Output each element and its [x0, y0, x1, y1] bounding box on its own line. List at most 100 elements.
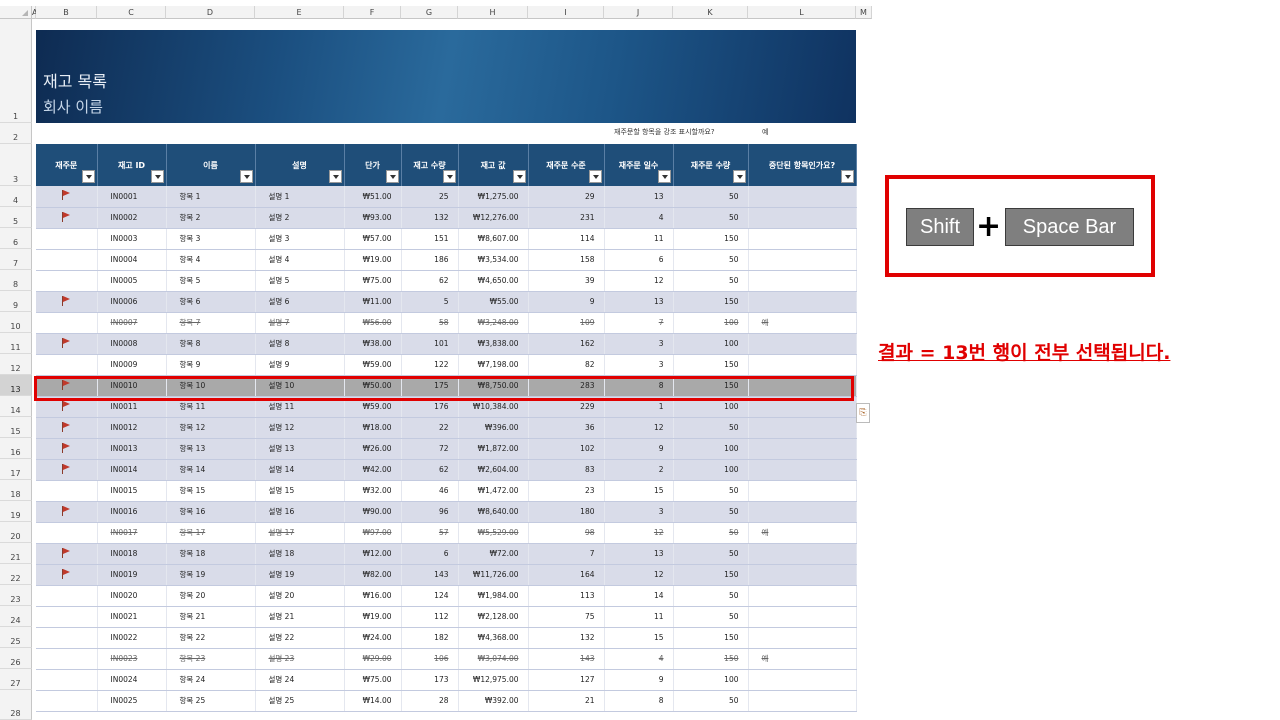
cell-id[interactable]: IN0005 [97, 270, 167, 292]
cell-id[interactable]: IN0001 [97, 186, 167, 208]
cell-desc[interactable]: 설명 23 [255, 648, 345, 670]
cell-days[interactable]: 2 [604, 459, 674, 481]
reorder-cell[interactable] [36, 417, 98, 439]
cell-qty[interactable]: 106 [401, 648, 459, 670]
reorder-cell[interactable] [36, 228, 98, 250]
filter-dropdown-icon[interactable] [81, 170, 95, 183]
cell-id[interactable]: IN0019 [97, 564, 167, 586]
cell-qty[interactable]: 101 [401, 333, 459, 355]
cell-desc[interactable]: 설명 9 [255, 354, 345, 376]
cell-value[interactable]: ₩396.00 [458, 417, 529, 439]
cell-price[interactable]: ₩38.00 [344, 333, 402, 355]
row-header-25[interactable]: 25 [0, 627, 32, 648]
cell-days[interactable]: 4 [604, 648, 674, 670]
row-header-8[interactable]: 8 [0, 270, 32, 291]
cell-rqty[interactable]: 50 [673, 501, 749, 523]
cell-id[interactable]: IN0003 [97, 228, 167, 250]
cell-value[interactable]: ₩11,726.00 [458, 564, 529, 586]
cell-id[interactable]: IN0015 [97, 480, 167, 502]
cell-disc[interactable] [748, 543, 857, 565]
cell-price[interactable]: ₩16.00 [344, 585, 402, 607]
cell-rqty[interactable]: 50 [673, 522, 749, 544]
row-header-14[interactable]: 14 [0, 396, 32, 417]
cell-disc[interactable] [748, 459, 857, 481]
cell-days[interactable]: 11 [604, 228, 674, 250]
table-row[interactable]: IN0002 항목 2 설명 2 ₩93.00 132 ₩12,276.00 231 4 50 [36, 207, 857, 229]
column-header-m[interactable]: M [856, 6, 872, 19]
cell-rqty[interactable]: 50 [673, 690, 749, 712]
row-header-3[interactable]: 3 [0, 144, 32, 186]
cell-name[interactable]: 항목 16 [166, 501, 256, 523]
cell-qty[interactable]: 132 [401, 207, 459, 229]
cell-price[interactable]: ₩59.00 [344, 354, 402, 376]
cell-days[interactable]: 9 [604, 438, 674, 460]
cell-disc[interactable] [748, 333, 857, 355]
reorder-cell[interactable] [36, 354, 98, 376]
cell-qty[interactable]: 62 [401, 270, 459, 292]
cell-level[interactable]: 83 [528, 459, 605, 481]
cell-value[interactable]: ₩1,472.00 [458, 480, 529, 502]
cell-level[interactable]: 180 [528, 501, 605, 523]
reorder-cell[interactable] [36, 333, 98, 355]
cell-level[interactable]: 21 [528, 690, 605, 712]
cell-value[interactable]: ₩3,074.00 [458, 648, 529, 670]
filter-dropdown-icon[interactable] [840, 170, 854, 183]
column-header-f[interactable]: F [344, 6, 401, 19]
cell-desc[interactable]: 설명 21 [255, 606, 345, 628]
cell-name[interactable]: 항목 13 [166, 438, 256, 460]
cell-qty[interactable]: 122 [401, 354, 459, 376]
reorder-cell[interactable] [36, 480, 98, 502]
cell-level[interactable]: 164 [528, 564, 605, 586]
table-row[interactable]: IN0017 항목 17 설명 17 ₩97.00 57 ₩5,529.00 98 12 50 예 [36, 522, 857, 544]
paste-options-icon[interactable]: ⎘ [856, 403, 870, 423]
cell-rqty[interactable]: 50 [673, 186, 749, 208]
table-row[interactable]: IN0018 항목 18 설명 18 ₩12.00 6 ₩72.00 7 13 50 [36, 543, 857, 565]
row-header-7[interactable]: 7 [0, 249, 32, 270]
cell-qty[interactable]: 96 [401, 501, 459, 523]
cell-name[interactable]: 항목 24 [166, 669, 256, 691]
cell-name[interactable]: 항목 2 [166, 207, 256, 229]
cell-id[interactable]: IN0008 [97, 333, 167, 355]
row-header-16[interactable]: 16 [0, 438, 32, 459]
column-header-h[interactable]: H [458, 6, 528, 19]
cell-rqty[interactable]: 50 [673, 207, 749, 229]
cell-price[interactable]: ₩75.00 [344, 669, 402, 691]
cell-name[interactable]: 항목 25 [166, 690, 256, 712]
cell-price[interactable]: ₩57.00 [344, 228, 402, 250]
cell-disc[interactable] [748, 585, 857, 607]
cell-disc[interactable] [748, 186, 857, 208]
column-header-e[interactable]: E [255, 6, 344, 19]
reorder-cell[interactable] [36, 186, 98, 208]
reorder-cell[interactable] [36, 669, 98, 691]
row-header-6[interactable]: 6 [0, 228, 32, 249]
filter-dropdown-icon[interactable] [150, 170, 164, 183]
cell-price[interactable]: ₩90.00 [344, 501, 402, 523]
cell-id[interactable]: IN0025 [97, 690, 167, 712]
filter-dropdown-icon[interactable] [239, 170, 253, 183]
table-row[interactable]: IN0005 항목 5 설명 5 ₩75.00 62 ₩4,650.00 39 12 50 [36, 270, 857, 292]
cell-id[interactable]: IN0007 [97, 312, 167, 334]
cell-level[interactable]: 132 [528, 627, 605, 649]
table-row[interactable]: IN0012 항목 12 설명 12 ₩18.00 22 ₩396.00 36 12 50 [36, 417, 857, 439]
cell-value[interactable]: ₩1,872.00 [458, 438, 529, 460]
cell-value[interactable]: ₩3,248.00 [458, 312, 529, 334]
cell-level[interactable]: 113 [528, 585, 605, 607]
cell-desc[interactable]: 설명 13 [255, 438, 345, 460]
row-header-20[interactable]: 20 [0, 522, 32, 543]
cell-disc[interactable] [748, 627, 857, 649]
cell-qty[interactable]: 58 [401, 312, 459, 334]
column-header-l[interactable]: L [748, 6, 856, 19]
table-row[interactable]: IN0004 항목 4 설명 4 ₩19.00 186 ₩3,534.00 158 6 50 [36, 249, 857, 271]
cell-name[interactable]: 항목 18 [166, 543, 256, 565]
cell-disc[interactable] [748, 249, 857, 271]
table-row[interactable]: IN0001 항목 1 설명 1 ₩51.00 25 ₩1,275.00 29 13 50 [36, 186, 857, 208]
cell-name[interactable]: 항목 1 [166, 186, 256, 208]
reorder-cell[interactable] [36, 291, 98, 313]
cell-rqty[interactable]: 150 [673, 564, 749, 586]
row-header-28[interactable]: 28 [0, 690, 32, 720]
reorder-cell[interactable] [36, 270, 98, 292]
cell-id[interactable]: IN0004 [97, 249, 167, 271]
cell-id[interactable]: IN0018 [97, 543, 167, 565]
cell-price[interactable]: ₩51.00 [344, 186, 402, 208]
cell-disc[interactable] [748, 438, 857, 460]
